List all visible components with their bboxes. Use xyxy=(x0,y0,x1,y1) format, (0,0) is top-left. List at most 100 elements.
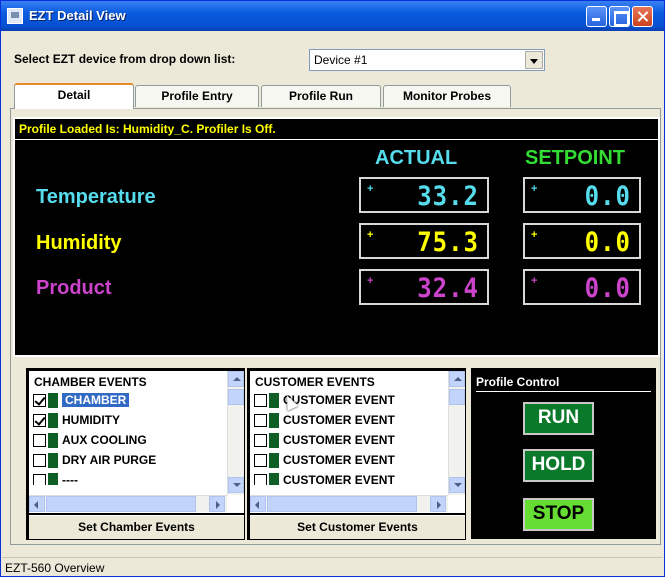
scroll-thumb[interactable] xyxy=(267,496,417,512)
set-customer-events-button[interactable]: Set Customer Events xyxy=(250,515,465,539)
product-setpoint-value: 0.0 xyxy=(584,272,631,304)
checkbox-checked-icon[interactable] xyxy=(33,414,46,428)
customer-events-list[interactable]: CUSTOMER EVENTS CUSTOMER EVENT CUSTOMER … xyxy=(250,371,465,513)
temperature-setpoint-readout: + 0.0 xyxy=(523,177,641,213)
product-actual-readout: + 32.4 xyxy=(359,269,489,305)
event-label: CHAMBER xyxy=(62,393,130,407)
profile-control-title: Profile Control xyxy=(476,375,560,389)
checkbox-checked-icon[interactable] xyxy=(33,394,46,408)
run-button[interactable]: RUN xyxy=(523,402,594,435)
profile-control-panel: Profile Control RUN HOLD STOP xyxy=(471,368,656,539)
led-icon xyxy=(48,473,58,485)
readout-display: Profile Loaded Is: Humidity_C. Profiler … xyxy=(13,117,660,357)
checkbox-icon[interactable] xyxy=(254,394,267,408)
event-label: HUMIDITY xyxy=(62,413,120,427)
list-item[interactable]: AUX COOLING xyxy=(33,431,147,451)
temperature-setpoint-value: 0.0 xyxy=(584,180,631,212)
setpoint-header: SETPOINT xyxy=(525,147,626,169)
scroll-up-icon[interactable] xyxy=(228,371,244,387)
device-select-label: Select EZT device from drop down list: xyxy=(14,52,236,66)
event-label: DRY AIR PURGE xyxy=(62,453,157,467)
stop-button[interactable]: STOP xyxy=(523,498,594,531)
tab-monitor-probes[interactable]: Monitor Probes xyxy=(383,85,511,107)
scroll-right-icon[interactable] xyxy=(430,496,446,512)
checkbox-icon[interactable] xyxy=(33,454,46,468)
checkbox-icon[interactable] xyxy=(254,434,267,448)
led-icon xyxy=(269,433,279,449)
chamber-events-header: CHAMBER EVENTS xyxy=(34,375,147,389)
close-button[interactable] xyxy=(632,6,653,27)
set-chamber-events-button[interactable]: Set Chamber Events xyxy=(29,515,244,539)
list-item[interactable]: CHAMBER xyxy=(33,391,130,411)
scroll-thumb[interactable] xyxy=(46,496,196,512)
led-icon xyxy=(269,473,279,485)
product-label: Product xyxy=(36,277,112,299)
scroll-down-icon[interactable] xyxy=(228,477,244,493)
led-icon xyxy=(269,393,279,409)
list-item[interactable]: CUSTOMER EVENT xyxy=(254,431,395,451)
temperature-actual-value: 33.2 xyxy=(417,180,479,212)
tab-detail[interactable]: Detail xyxy=(14,83,134,109)
vertical-scrollbar[interactable] xyxy=(227,371,244,495)
horizontal-scrollbar[interactable] xyxy=(29,495,227,512)
list-item[interactable]: ---- xyxy=(33,471,78,485)
scroll-thumb[interactable] xyxy=(449,389,465,405)
event-label: ---- xyxy=(62,473,78,485)
tab-profile-run[interactable]: Profile Run xyxy=(261,85,381,107)
led-icon xyxy=(269,413,279,429)
scroll-left-icon[interactable] xyxy=(250,496,266,512)
hold-button[interactable]: HOLD xyxy=(523,449,594,482)
app-window: EZT Detail View Select EZT device from d… xyxy=(0,0,665,577)
profile-control-divider xyxy=(476,391,651,392)
event-label: CUSTOMER EVENT xyxy=(283,473,395,485)
scroll-thumb[interactable] xyxy=(228,389,244,405)
humidity-actual-value: 75.3 xyxy=(417,226,479,258)
title-bar[interactable]: EZT Detail View xyxy=(1,1,664,31)
event-label: CUSTOMER EVENT xyxy=(283,453,395,467)
display-divider xyxy=(15,139,658,140)
list-item[interactable]: CUSTOMER EVENT xyxy=(254,411,395,431)
humidity-setpoint-value: 0.0 xyxy=(584,226,631,258)
maximize-button[interactable] xyxy=(609,6,630,27)
actual-header: ACTUAL xyxy=(375,147,458,169)
dropdown-arrow-icon[interactable] xyxy=(525,51,543,69)
led-icon xyxy=(48,433,58,449)
minimize-button[interactable] xyxy=(586,6,607,27)
scroll-right-icon[interactable] xyxy=(209,496,225,512)
checkbox-icon[interactable] xyxy=(33,474,46,485)
checkbox-icon[interactable] xyxy=(254,454,267,468)
humidity-label: Humidity xyxy=(36,232,122,254)
list-item[interactable]: HUMIDITY xyxy=(33,411,120,431)
event-label: CUSTOMER EVENT xyxy=(283,393,395,407)
list-item[interactable]: CUSTOMER EVENT xyxy=(254,471,395,485)
vertical-scrollbar[interactable] xyxy=(448,371,465,495)
list-item[interactable]: DRY AIR PURGE xyxy=(33,451,156,471)
profile-status-text: Profile Loaded Is: Humidity_C. Profiler … xyxy=(19,122,276,136)
scroll-down-icon[interactable] xyxy=(449,477,465,493)
horizontal-scrollbar[interactable] xyxy=(250,495,448,512)
list-item[interactable]: CUSTOMER EVENT xyxy=(254,451,395,471)
led-icon xyxy=(48,413,58,429)
humidity-actual-readout: + 75.3 xyxy=(359,223,489,259)
checkbox-icon[interactable] xyxy=(33,434,46,448)
chamber-events-list[interactable]: CHAMBER EVENTS CHAMBER HUMIDITY AUX COOL… xyxy=(29,371,244,513)
led-icon xyxy=(48,393,58,409)
event-label: AUX COOLING xyxy=(62,433,147,447)
tab-profile-entry[interactable]: Profile Entry xyxy=(135,85,259,107)
device-dropdown[interactable]: Device #1 xyxy=(309,49,545,71)
scroll-left-icon[interactable] xyxy=(29,496,45,512)
list-item[interactable]: CUSTOMER EVENT xyxy=(254,391,395,411)
checkbox-icon[interactable] xyxy=(254,474,267,485)
temperature-label: Temperature xyxy=(36,186,156,208)
event-label: CUSTOMER EVENT xyxy=(283,433,395,447)
temperature-actual-readout: + 33.2 xyxy=(359,177,489,213)
product-setpoint-readout: + 0.0 xyxy=(523,269,641,305)
status-bar: EZT-560 Overview xyxy=(2,557,663,576)
humidity-setpoint-readout: + 0.0 xyxy=(523,223,641,259)
app-window-icon xyxy=(7,8,23,24)
led-icon xyxy=(48,453,58,469)
checkbox-icon[interactable] xyxy=(254,414,267,428)
event-label: CUSTOMER EVENT xyxy=(283,413,395,427)
customer-events-box: CUSTOMER EVENTS CUSTOMER EVENT CUSTOMER … xyxy=(247,368,466,540)
scroll-up-icon[interactable] xyxy=(449,371,465,387)
